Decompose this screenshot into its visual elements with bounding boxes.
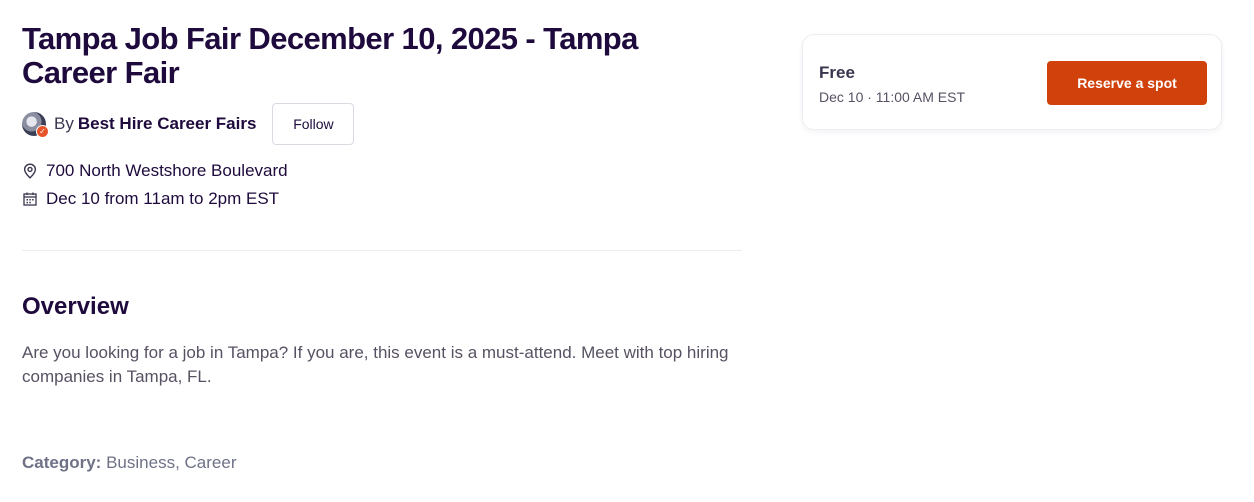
map-pin-icon [22, 163, 38, 179]
ticket-price: Free [819, 63, 855, 82]
organizer-row: ✓ By Best Hire Career Fairs Follow [22, 103, 355, 145]
overview-heading: Overview [22, 293, 129, 320]
calendar-icon [22, 191, 38, 207]
location-text[interactable]: 700 North Westshore Boulevard [46, 161, 288, 181]
organizer-avatar[interactable]: ✓ [22, 112, 49, 138]
overview-text: Are you looking for a job in Tampa? If y… [22, 343, 729, 386]
organizer-name-link[interactable]: Best Hire Career Fairs [78, 114, 257, 134]
follow-button[interactable]: Follow [272, 103, 355, 145]
location-row: 700 North Westshore Boulevard [22, 160, 288, 182]
reserve-spot-button[interactable]: Reserve a spot [1047, 61, 1207, 105]
category-value: Business, Career [106, 453, 237, 472]
verified-badge-icon: ✓ [36, 125, 49, 138]
ticket-card: Free Dec 10 · 11:00 AM EST Reserve a spo… [802, 34, 1222, 130]
category-label: Category: [22, 453, 102, 472]
date-row: Dec 10 from 11am to 2pm EST [22, 188, 279, 210]
event-title: Tampa Job Fair December 10, 2025 - Tampa… [22, 21, 638, 90]
section-divider [22, 250, 742, 251]
by-label: By [54, 114, 74, 133]
date-text: Dec 10 from 11am to 2pm EST [46, 189, 280, 208]
category-row: Category: Business, Career [22, 453, 236, 473]
ticket-date: Dec 10 · 11:00 AM EST [819, 89, 966, 105]
